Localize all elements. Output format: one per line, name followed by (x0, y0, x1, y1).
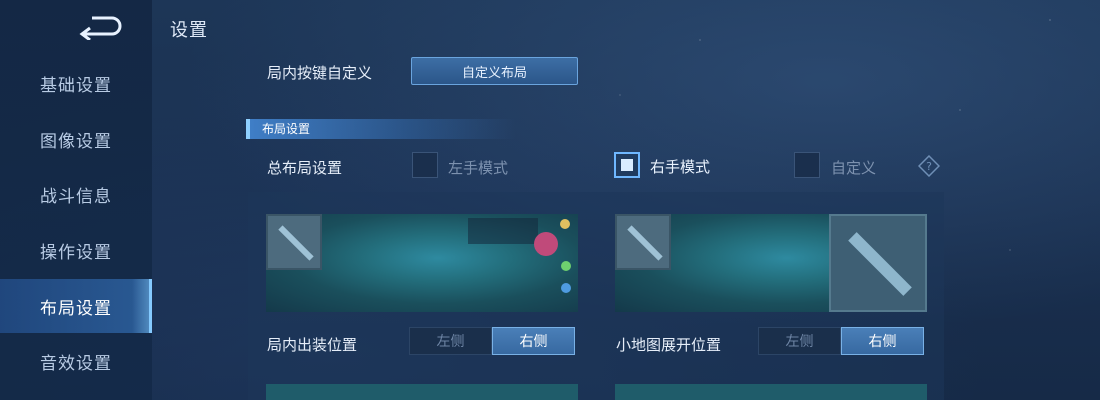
custom-label: 自定义 (831, 159, 877, 177)
overall-layout-label: 总布局设置 (267, 159, 343, 177)
minimap-position-preview (615, 214, 927, 312)
minimap-right-option[interactable]: 右侧 (841, 327, 924, 355)
right-hand-label: 右手模式 (650, 158, 711, 176)
shop-position-preview (266, 214, 578, 312)
back-icon[interactable] (78, 12, 128, 42)
sidebar-item-combat-info[interactable]: 战斗信息 (0, 168, 152, 220)
next-preview-right (615, 384, 927, 400)
sidebar-item-graphics[interactable]: 图像设置 (0, 113, 152, 165)
shop-left-option[interactable]: 左侧 (409, 327, 492, 355)
shop-position-toggle[interactable]: 左侧 右侧 (409, 327, 575, 355)
minimap-position-toggle[interactable]: 左侧 右侧 (758, 327, 924, 355)
page-title: 设置 (170, 20, 208, 41)
svg-text:?: ? (926, 160, 932, 173)
minimap-position-label: 小地图展开位置 (616, 336, 722, 354)
sidebar-item-controls[interactable]: 操作设置 (0, 224, 152, 276)
help-icon[interactable]: ? (917, 154, 941, 178)
minimap-left-option[interactable]: 左侧 (758, 327, 841, 355)
custom-checkbox[interactable] (794, 152, 820, 178)
layout-section-header: 布局设置 (246, 119, 516, 139)
minimap-thumbnail (615, 214, 671, 270)
shop-position-label: 局内出装位置 (267, 336, 358, 354)
hud-thumbnail (462, 214, 578, 312)
sidebar-item-layout[interactable]: 布局设置 (0, 279, 152, 333)
left-hand-label: 左手模式 (448, 159, 509, 177)
right-hand-checkbox[interactable] (614, 152, 640, 178)
left-hand-checkbox[interactable] (412, 152, 438, 178)
minimap-thumbnail (266, 214, 322, 270)
custom-layout-button[interactable]: 自定义布局 (411, 57, 578, 85)
custom-keys-label: 局内按键自定义 (267, 64, 373, 82)
sidebar-item-basic[interactable]: 基础设置 (0, 57, 152, 109)
sidebar: 基础设置 图像设置 战斗信息 操作设置 布局设置 音效设置 (0, 0, 152, 400)
expanded-minimap-thumbnail (829, 214, 927, 312)
shop-right-option[interactable]: 右侧 (492, 327, 575, 355)
next-preview-left (266, 384, 578, 400)
sidebar-item-audio[interactable]: 音效设置 (0, 335, 152, 387)
